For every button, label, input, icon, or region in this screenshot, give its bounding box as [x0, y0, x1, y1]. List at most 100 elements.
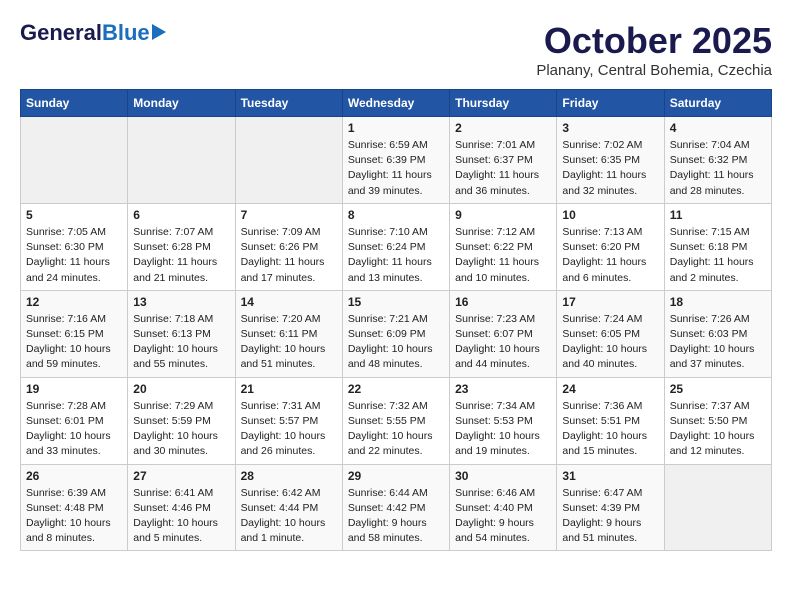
day-info: Sunrise: 6:59 AM Sunset: 6:39 PM Dayligh… — [348, 138, 444, 199]
calendar-cell: 2Sunrise: 7:01 AM Sunset: 6:37 PM Daylig… — [450, 117, 557, 204]
calendar-week-row: 19Sunrise: 7:28 AM Sunset: 6:01 PM Dayli… — [21, 377, 772, 464]
day-number: 31 — [562, 469, 658, 483]
day-number: 23 — [455, 382, 551, 396]
day-info: Sunrise: 7:15 AM Sunset: 6:18 PM Dayligh… — [670, 225, 766, 286]
logo-arrow-icon — [152, 24, 166, 40]
day-number: 11 — [670, 208, 766, 222]
day-info: Sunrise: 7:04 AM Sunset: 6:32 PM Dayligh… — [670, 138, 766, 199]
title-block: October 2025 Planany, Central Bohemia, C… — [536, 20, 772, 79]
day-number: 13 — [133, 295, 229, 309]
day-info: Sunrise: 6:42 AM Sunset: 4:44 PM Dayligh… — [241, 486, 337, 547]
calendar-week-row: 5Sunrise: 7:05 AM Sunset: 6:30 PM Daylig… — [21, 203, 772, 290]
calendar-cell: 4 Sunrise: 7:04 AM Sunset: 6:32 PM Daylig… — [664, 117, 771, 204]
calendar-cell: 29 Sunrise: 6:44 AM Sunset: 4:42 PM Dayli… — [342, 464, 449, 551]
day-number: 10 — [562, 208, 658, 222]
calendar-cell: 30 Sunrise: 6:46 AM Sunset: 4:40 PM Dayli… — [450, 464, 557, 551]
calendar-week-row: 26Sunrise: 6:39 AM Sunset: 4:48 PM Dayli… — [21, 464, 772, 551]
day-info: Sunrise: 7:24 AM Sunset: 6:05 PM Dayligh… — [562, 312, 658, 373]
day-info: Sunrise: 7:07 AM Sunset: 6:28 PM Dayligh… — [133, 225, 229, 286]
calendar-cell: 9Sunrise: 7:12 AM Sunset: 6:22 PM Daylig… — [450, 203, 557, 290]
day-info: Sunrise: 7:20 AM Sunset: 6:11 PM Dayligh… — [241, 312, 337, 373]
day-number: 27 — [133, 469, 229, 483]
day-info: Sunrise: 6:44 AM Sunset: 4:42 PM Dayligh… — [348, 486, 444, 547]
location-subtitle: Planany, Central Bohemia, Czechia — [536, 62, 772, 79]
day-number: 3 — [562, 121, 658, 135]
day-info: Sunrise: 7:23 AM Sunset: 6:07 PM Dayligh… — [455, 312, 551, 373]
calendar-cell: 20 Sunrise: 7:29 AM Sunset: 5:59 PM Dayli… — [128, 377, 235, 464]
calendar-cell: 25Sunrise: 7:37 AM Sunset: 5:50 PM Dayli… — [664, 377, 771, 464]
header-monday: Monday — [128, 90, 235, 117]
day-number: 18 — [670, 295, 766, 309]
day-number: 8 — [348, 208, 444, 222]
calendar-cell — [128, 117, 235, 204]
calendar-table: SundayMondayTuesdayWednesdayThursdayFrid… — [20, 89, 772, 551]
header-tuesday: Tuesday — [235, 90, 342, 117]
calendar-cell: 18Sunrise: 7:26 AM Sunset: 6:03 PM Dayli… — [664, 290, 771, 377]
day-info: Sunrise: 6:39 AM Sunset: 4:48 PM Dayligh… — [26, 486, 122, 547]
calendar-week-row: 12 Sunrise: 7:16 AM Sunset: 6:15 PM Dayli… — [21, 290, 772, 377]
calendar-cell: 24 Sunrise: 7:36 AM Sunset: 5:51 PM Dayli… — [557, 377, 664, 464]
day-number: 7 — [241, 208, 337, 222]
calendar-cell: 19Sunrise: 7:28 AM Sunset: 6:01 PM Dayli… — [21, 377, 128, 464]
day-info: Sunrise: 6:47 AM Sunset: 4:39 PM Dayligh… — [562, 486, 658, 547]
day-number: 29 — [348, 469, 444, 483]
day-number: 4 — [670, 121, 766, 135]
day-number: 15 — [348, 295, 444, 309]
day-number: 17 — [562, 295, 658, 309]
calendar-cell: 15 Sunrise: 7:21 AM Sunset: 6:09 PM Dayli… — [342, 290, 449, 377]
month-title: October 2025 — [536, 20, 772, 62]
calendar-cell: 17 Sunrise: 7:24 AM Sunset: 6:05 PM Dayli… — [557, 290, 664, 377]
header-thursday: Thursday — [450, 90, 557, 117]
day-info: Sunrise: 7:13 AM Sunset: 6:20 PM Dayligh… — [562, 225, 658, 286]
day-info: Sunrise: 7:31 AM Sunset: 5:57 PM Dayligh… — [241, 399, 337, 460]
header-friday: Friday — [557, 90, 664, 117]
header-sunday: Sunday — [21, 90, 128, 117]
page-header: General Blue October 2025 Planany, Centr… — [20, 20, 772, 79]
calendar-cell: 10 Sunrise: 7:13 AM Sunset: 6:20 PM Dayli… — [557, 203, 664, 290]
day-number: 22 — [348, 382, 444, 396]
day-info: Sunrise: 7:10 AM Sunset: 6:24 PM Dayligh… — [348, 225, 444, 286]
calendar-cell — [21, 117, 128, 204]
calendar-cell: 12 Sunrise: 7:16 AM Sunset: 6:15 PM Dayli… — [21, 290, 128, 377]
day-number: 24 — [562, 382, 658, 396]
calendar-cell: 31 Sunrise: 6:47 AM Sunset: 4:39 PM Dayli… — [557, 464, 664, 551]
calendar-cell — [664, 464, 771, 551]
day-number: 6 — [133, 208, 229, 222]
calendar-cell: 11 Sunrise: 7:15 AM Sunset: 6:18 PM Dayli… — [664, 203, 771, 290]
day-number: 21 — [241, 382, 337, 396]
calendar-week-row: 1 Sunrise: 6:59 AM Sunset: 6:39 PM Daylig… — [21, 117, 772, 204]
calendar-cell: 6 Sunrise: 7:07 AM Sunset: 6:28 PM Daylig… — [128, 203, 235, 290]
calendar-cell: 8 Sunrise: 7:10 AM Sunset: 6:24 PM Daylig… — [342, 203, 449, 290]
day-info: Sunrise: 7:18 AM Sunset: 6:13 PM Dayligh… — [133, 312, 229, 373]
day-number: 30 — [455, 469, 551, 483]
calendar-cell — [235, 117, 342, 204]
day-info: Sunrise: 7:09 AM Sunset: 6:26 PM Dayligh… — [241, 225, 337, 286]
day-info: Sunrise: 6:41 AM Sunset: 4:46 PM Dayligh… — [133, 486, 229, 547]
calendar-cell: 7 Sunrise: 7:09 AM Sunset: 6:26 PM Daylig… — [235, 203, 342, 290]
calendar-header-row: SundayMondayTuesdayWednesdayThursdayFrid… — [21, 90, 772, 117]
calendar-cell: 13 Sunrise: 7:18 AM Sunset: 6:13 PM Dayli… — [128, 290, 235, 377]
logo-general: General — [20, 20, 102, 46]
day-info: Sunrise: 7:21 AM Sunset: 6:09 PM Dayligh… — [348, 312, 444, 373]
calendar-cell: 27 Sunrise: 6:41 AM Sunset: 4:46 PM Dayli… — [128, 464, 235, 551]
day-number: 1 — [348, 121, 444, 135]
day-info: Sunrise: 7:36 AM Sunset: 5:51 PM Dayligh… — [562, 399, 658, 460]
day-number: 5 — [26, 208, 122, 222]
day-info: Sunrise: 7:32 AM Sunset: 5:55 PM Dayligh… — [348, 399, 444, 460]
day-number: 16 — [455, 295, 551, 309]
header-saturday: Saturday — [664, 90, 771, 117]
day-number: 12 — [26, 295, 122, 309]
calendar-cell: 5Sunrise: 7:05 AM Sunset: 6:30 PM Daylig… — [21, 203, 128, 290]
day-info: Sunrise: 7:01 AM Sunset: 6:37 PM Dayligh… — [455, 138, 551, 199]
calendar-cell: 23Sunrise: 7:34 AM Sunset: 5:53 PM Dayli… — [450, 377, 557, 464]
day-info: Sunrise: 7:29 AM Sunset: 5:59 PM Dayligh… — [133, 399, 229, 460]
calendar-cell: 22 Sunrise: 7:32 AM Sunset: 5:55 PM Dayli… — [342, 377, 449, 464]
day-info: Sunrise: 7:16 AM Sunset: 6:15 PM Dayligh… — [26, 312, 122, 373]
day-number: 9 — [455, 208, 551, 222]
day-info: Sunrise: 7:37 AM Sunset: 5:50 PM Dayligh… — [670, 399, 766, 460]
day-info: Sunrise: 7:28 AM Sunset: 6:01 PM Dayligh… — [26, 399, 122, 460]
day-number: 20 — [133, 382, 229, 396]
day-info: Sunrise: 6:46 AM Sunset: 4:40 PM Dayligh… — [455, 486, 551, 547]
calendar-cell: 26Sunrise: 6:39 AM Sunset: 4:48 PM Dayli… — [21, 464, 128, 551]
header-wednesday: Wednesday — [342, 90, 449, 117]
